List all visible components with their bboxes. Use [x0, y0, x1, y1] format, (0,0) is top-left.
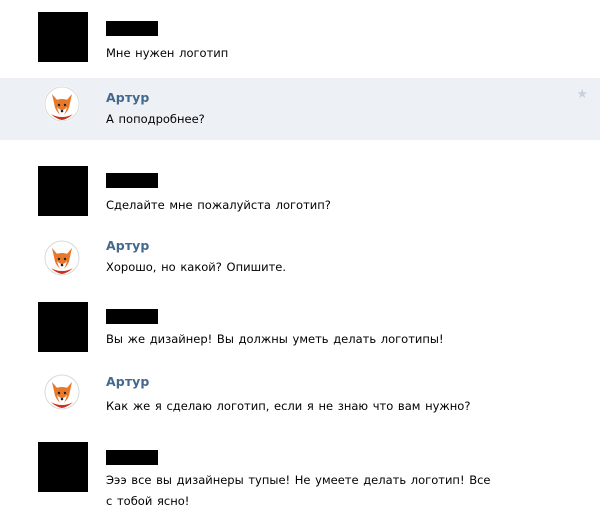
message-text: Вы же дизайнер! Вы должны уметь делать л…: [106, 332, 444, 346]
chat-history: Мне нужен логотип Артур А поподробнее? ★…: [0, 0, 600, 522]
author-name[interactable]: Артур: [106, 238, 149, 253]
redacted-avatar[interactable]: [38, 12, 88, 62]
fox-avatar-icon[interactable]: [44, 374, 80, 410]
message-text-line-2: с тобой ясно!: [106, 494, 190, 508]
fox-icon: [44, 374, 80, 410]
message-text: А поподробнее?: [106, 112, 205, 126]
message-4: Артур Хорошо, но какой? Опишите.: [0, 230, 600, 292]
message-text-line-1: Эээ все вы дизайнеры тупые! Не умеете де…: [106, 473, 491, 487]
message-1: Мне нужен логотип: [0, 0, 600, 78]
message-text: Как же я сделаю логотип, если я не знаю …: [106, 399, 471, 413]
fox-icon: [44, 240, 80, 276]
redacted-name: [106, 21, 158, 36]
redacted-name: [106, 450, 158, 465]
message-5: Вы же дизайнер! Вы должны уметь делать л…: [0, 292, 600, 366]
redacted-name: [106, 309, 158, 324]
author-name[interactable]: Артур: [106, 90, 149, 105]
message-text: Мне нужен логотип: [106, 46, 229, 60]
author-name[interactable]: Артур: [106, 374, 149, 389]
message-text: Хорошо, но какой? Опишите.: [106, 260, 287, 274]
message-7: Эээ все вы дизайнеры тупые! Не умеете де…: [0, 434, 600, 522]
redacted-avatar[interactable]: [38, 442, 88, 492]
fox-avatar-icon[interactable]: [44, 86, 80, 122]
fox-avatar-icon[interactable]: [44, 240, 80, 276]
message-6: Артур Как же я сделаю логотип, если я не…: [0, 366, 600, 434]
fox-icon: [44, 86, 80, 122]
star-icon[interactable]: ★: [576, 87, 588, 102]
message-2: Артур А поподробнее? ★: [0, 78, 600, 140]
message-text: Сделайте мне пожалуйста логотип?: [106, 198, 331, 212]
redacted-name: [106, 173, 158, 188]
redacted-avatar[interactable]: [38, 302, 88, 352]
message-3: Сделайте мне пожалуйста логотип?: [0, 140, 600, 230]
redacted-avatar[interactable]: [38, 166, 88, 216]
